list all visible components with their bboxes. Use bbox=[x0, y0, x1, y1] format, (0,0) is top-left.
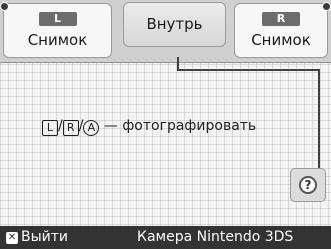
r-button-icon: R bbox=[262, 12, 300, 26]
l-key-icon: L bbox=[42, 120, 58, 136]
hint-text: — фотографировать bbox=[103, 118, 257, 134]
right-snapshot-button[interactable]: R Снимок bbox=[234, 3, 328, 58]
switch-camera-inward-button[interactable]: Внутрь bbox=[123, 2, 226, 47]
callout-line-horizontal bbox=[177, 69, 319, 71]
r-key-icon: R bbox=[62, 120, 79, 136]
exit-label: Выйти bbox=[21, 229, 69, 245]
left-corner-dot-icon bbox=[0, 2, 9, 11]
capture-hint: L / R / A — фотографировать bbox=[42, 118, 256, 136]
left-snapshot-label: Снимок bbox=[27, 31, 88, 49]
help-icon: ? bbox=[299, 176, 317, 194]
camera-screen: L Снимок Внутрь R Снимок L / R / A — фотогра… bbox=[0, 0, 331, 249]
help-button[interactable]: ? bbox=[290, 168, 326, 202]
top-bar: L Снимок Внутрь R Снимок bbox=[0, 0, 331, 63]
bottom-bar: ✕ Выйти Камера Nintendo 3DS bbox=[0, 226, 331, 249]
right-snapshot-label: Снимок bbox=[251, 31, 311, 49]
l-button-icon: L bbox=[38, 12, 77, 26]
x-button-icon: ✕ bbox=[6, 232, 18, 244]
a-key-icon: A bbox=[83, 120, 100, 136]
switch-camera-label: Внутрь bbox=[146, 15, 203, 33]
right-corner-dot-icon bbox=[322, 2, 331, 11]
exit-button[interactable]: ✕ Выйти bbox=[6, 226, 68, 249]
left-snapshot-button[interactable]: L Снимок bbox=[3, 3, 112, 58]
app-title: Камера Nintendo 3DS bbox=[137, 229, 294, 245]
